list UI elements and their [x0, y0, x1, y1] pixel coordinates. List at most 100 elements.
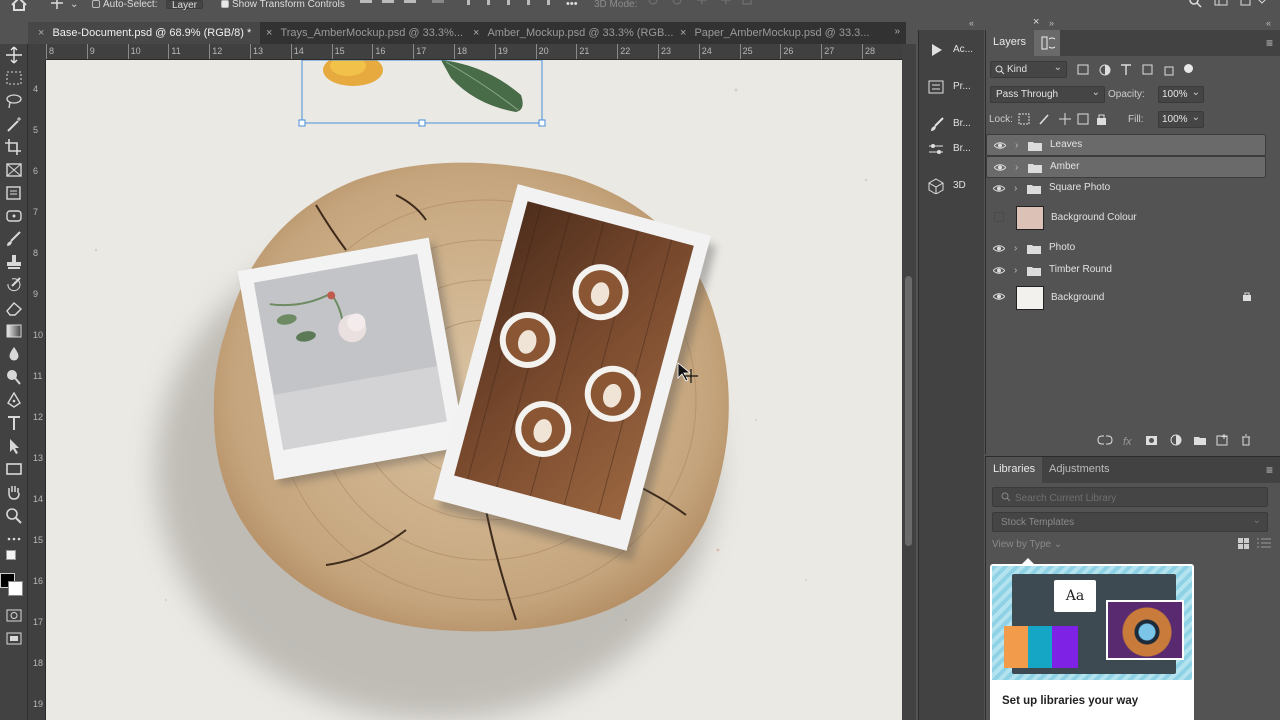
path-selection-tool[interactable] [4, 437, 24, 455]
eye-icon[interactable] [994, 163, 1006, 172]
distribute-icons[interactable] [465, 0, 560, 8]
3d-mode-icons[interactable] [645, 0, 755, 8]
library-select[interactable]: Stock Templates ⌄ [992, 512, 1268, 532]
panel-menu-icon[interactable]: ≡ [1266, 463, 1273, 477]
ruler-origin[interactable] [28, 44, 46, 60]
chevron-right-icon[interactable]: › [1014, 183, 1017, 194]
tab-base-document[interactable]: × Base-Document.psd @ 68.9% (RGB/8) * [28, 22, 260, 44]
tab-layers[interactable]: Layers [986, 30, 1034, 56]
document-canvas[interactable] [46, 60, 902, 720]
filter-toggle-icon[interactable] [1184, 64, 1193, 73]
tab-trays-ambermockup[interactable]: × Trays_AmberMockup.psd @ 33.3%... [264, 22, 466, 44]
tab-history[interactable] [1034, 30, 1060, 56]
view-by-type-dropdown[interactable]: View by Type ⌄ [992, 539, 1062, 550]
move-tool[interactable] [4, 46, 24, 64]
close-tab-icon[interactable]: × [473, 27, 479, 39]
search-icon[interactable] [1188, 0, 1204, 8]
tool-preset-chevron-icon[interactable]: ⌄ [70, 0, 78, 14]
eye-icon[interactable] [993, 266, 1005, 275]
workspace-icon[interactable] [1214, 0, 1230, 8]
brushes-panel-button[interactable]: Br... [919, 112, 985, 136]
chevron-right-icon[interactable]: › [1015, 140, 1018, 151]
eyedropper-tool[interactable] [4, 184, 24, 202]
tab-adjustments[interactable]: Adjustments [1042, 457, 1117, 483]
libraries-onboarding-card[interactable]: Aa Set up libraries your way [990, 564, 1194, 720]
opacity-input[interactable]: 100% ⌄ [1158, 86, 1204, 103]
vertical-scrollbar[interactable] [902, 44, 916, 720]
view-toggle-icons[interactable] [1238, 538, 1272, 550]
eraser-tool[interactable] [4, 299, 24, 317]
filter-kind-select[interactable]: Kind ⌄ [990, 61, 1067, 78]
hidden-visibility-box[interactable] [994, 212, 1004, 222]
brush-tool[interactable] [4, 230, 24, 248]
layer-row-timber-round[interactable]: › Timber Round [986, 260, 1266, 282]
fill-input[interactable]: 100% ⌄ [1158, 111, 1204, 128]
zoom-tool[interactable] [4, 506, 24, 524]
move-tool-icon[interactable] [48, 0, 66, 10]
chevron-right-icon[interactable]: › [1014, 243, 1017, 254]
lasso-tool[interactable] [4, 92, 24, 110]
auto-select-dropdown[interactable]: Layer [166, 0, 204, 14]
rectangle-tool[interactable] [4, 460, 24, 478]
quick-selection-tool[interactable] [4, 115, 24, 133]
edit-toolbar[interactable] [4, 529, 24, 547]
expand-panels-icon[interactable]: » [1049, 18, 1054, 28]
library-search-input[interactable]: Search Current Library [992, 487, 1268, 507]
show-transform-checkbox[interactable]: Show Transform Controls [221, 0, 345, 14]
chevron-right-icon[interactable]: › [1014, 265, 1017, 276]
layer-filter-icons[interactable] [1077, 64, 1187, 78]
layer-row-square-photo[interactable]: › Square Photo [986, 178, 1266, 200]
layer-row-amber[interactable]: › Amber [986, 156, 1266, 178]
history-brush-tool[interactable] [4, 276, 24, 294]
brush-settings-panel-button[interactable]: Br... [919, 137, 985, 161]
quick-mask-button[interactable] [4, 606, 24, 624]
frame-tool[interactable] [4, 161, 24, 179]
scrollbar-thumb[interactable] [905, 276, 912, 546]
eye-icon[interactable] [994, 141, 1006, 150]
background-color-swatch[interactable] [6, 550, 16, 560]
close-tab-icon[interactable]: × [38, 27, 44, 39]
blur-tool[interactable] [4, 345, 24, 363]
healing-brush-tool[interactable] [4, 207, 24, 225]
properties-panel-button[interactable]: Pr... [919, 75, 985, 99]
crop-tool[interactable] [4, 138, 24, 156]
close-panel-icon[interactable]: × [1033, 16, 1039, 28]
collapse-right-panel-icon[interactable]: « [1266, 18, 1271, 28]
layer-row-background-colour[interactable]: Background Colour [986, 200, 1266, 236]
background-swatch-large[interactable] [8, 581, 23, 596]
dodge-tool[interactable] [4, 368, 24, 386]
share-icon[interactable] [1240, 0, 1270, 8]
close-tab-icon[interactable]: × [680, 27, 686, 39]
layer-actions-icons[interactable]: fx [1096, 434, 1256, 448]
panel-menu-icon[interactable]: ≡ [1266, 36, 1273, 50]
lock-options-icons[interactable] [1018, 113, 1108, 127]
gradient-tool[interactable] [4, 322, 24, 340]
type-tool[interactable] [4, 414, 24, 432]
auto-select-checkbox[interactable]: Auto-Select: [92, 0, 157, 14]
layer-row-photo[interactable]: › Photo [986, 238, 1266, 260]
3d-panel-button[interactable]: 3D [919, 174, 985, 198]
pen-tool[interactable] [4, 391, 24, 409]
vertical-ruler[interactable]: 4 5 6 7 8 9 10 11 12 13 14 15 16 17 18 19 [28, 60, 46, 720]
tab-paper-ambermockup[interactable]: × Paper_AmberMockup.psd @ 33.3... [678, 22, 873, 44]
more-tabs-icon[interactable]: » [894, 26, 900, 37]
tab-amber-mockup[interactable]: × Amber_Mockup.psd @ 33.3% (RGB... [471, 22, 673, 44]
eye-icon[interactable] [993, 292, 1005, 301]
layer-row-background[interactable]: Background [986, 282, 1276, 312]
eye-icon[interactable] [993, 244, 1005, 253]
tab-libraries[interactable]: Libraries [986, 457, 1043, 483]
hand-tool[interactable] [4, 483, 24, 501]
blend-mode-select[interactable]: Pass Through ⌄ [990, 86, 1105, 103]
collapse-left-panel-icon[interactable]: « [969, 18, 974, 28]
screen-mode-button[interactable] [4, 629, 24, 647]
chevron-right-icon[interactable]: › [1015, 162, 1018, 173]
marquee-tool[interactable] [4, 69, 24, 87]
horizontal-ruler[interactable]: 8 9 10 11 12 13 14 15 16 17 18 19 20 21 22 23 24 25 26 27 28… [46, 44, 902, 60]
layer-row-leaves[interactable]: › Leaves [986, 134, 1266, 156]
align-icons[interactable] [358, 0, 458, 8]
actions-panel-button[interactable]: Ac... [919, 38, 985, 62]
home-icon[interactable] [10, 0, 28, 11]
eye-icon[interactable] [993, 184, 1005, 193]
more-options-button[interactable]: ••• [566, 0, 578, 14]
clone-stamp-tool[interactable] [4, 253, 24, 271]
